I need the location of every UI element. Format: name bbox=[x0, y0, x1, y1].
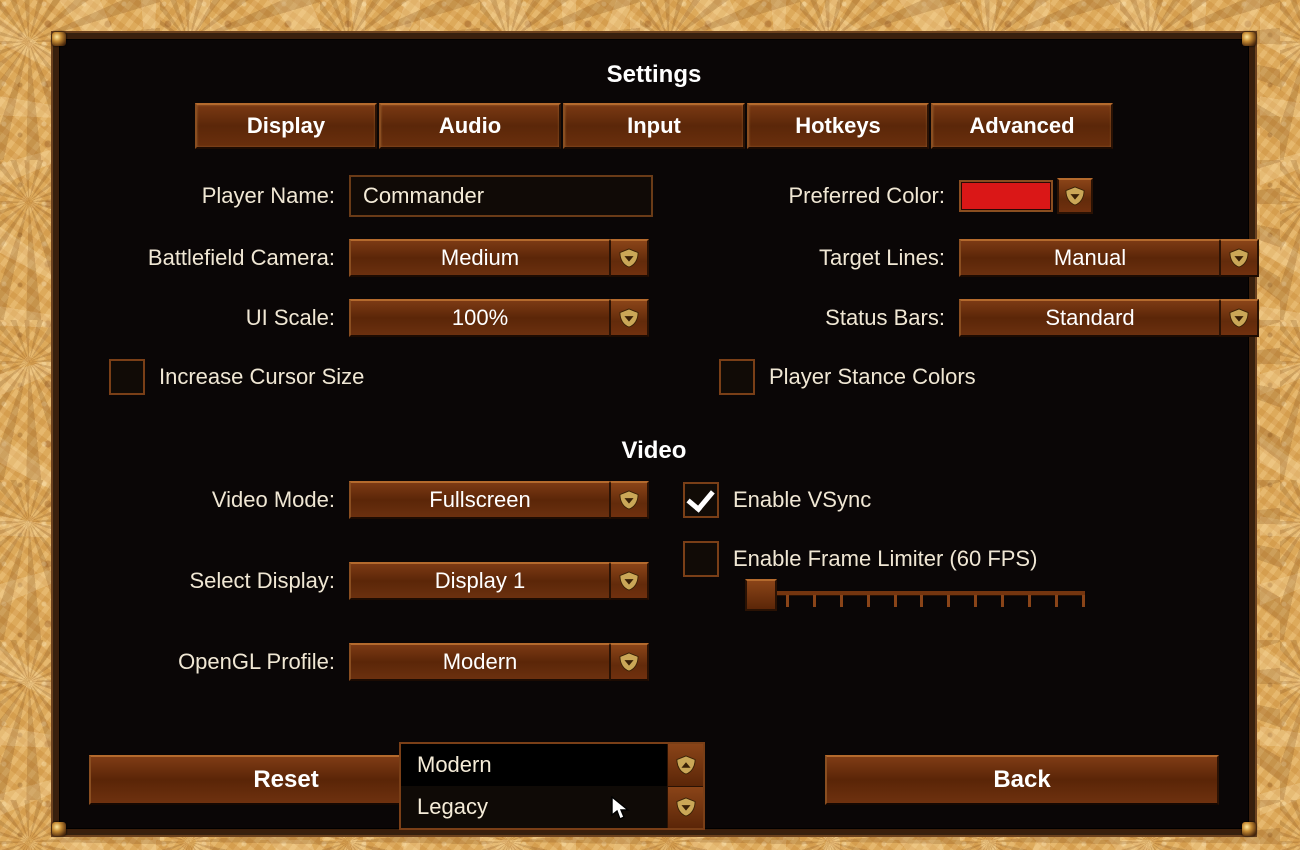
select-display-caret[interactable] bbox=[610, 562, 649, 600]
increase-cursor-checkbox[interactable] bbox=[109, 359, 145, 395]
battlefield-camera-caret[interactable] bbox=[610, 239, 649, 277]
frame-limiter-slider[interactable] bbox=[739, 581, 1089, 621]
video-settings-grid: Video Mode: Fullscreen Enable VSync Sele… bbox=[59, 481, 1249, 681]
increase-cursor-row: Increase Cursor Size bbox=[69, 359, 679, 395]
video-mode-label: Video Mode: bbox=[69, 487, 349, 513]
status-bars-value[interactable]: Standard bbox=[959, 299, 1220, 337]
opengl-caret[interactable] bbox=[610, 643, 649, 681]
ui-scale-caret[interactable] bbox=[610, 299, 649, 337]
shield-down-icon bbox=[618, 308, 640, 328]
shield-down-icon bbox=[675, 797, 697, 817]
display-settings-grid: Player Name: Commander Preferred Color: … bbox=[59, 175, 1249, 395]
shield-down-icon bbox=[1228, 248, 1250, 268]
shield-down-icon bbox=[618, 248, 640, 268]
frame-limiter-row: Enable Frame Limiter (60 FPS) bbox=[679, 541, 1289, 577]
battlefield-camera-label: Battlefield Camera: bbox=[69, 245, 349, 271]
player-name-input[interactable]: Commander bbox=[349, 175, 653, 217]
ui-scale-dropdown[interactable]: 100% bbox=[349, 299, 649, 337]
preferred-color-label: Preferred Color: bbox=[679, 183, 959, 209]
corner-rivet-icon bbox=[52, 822, 66, 836]
tab-hotkeys[interactable]: Hotkeys bbox=[747, 103, 929, 149]
scroll-up-button[interactable] bbox=[667, 744, 703, 786]
opengl-options-list: Modern Legacy bbox=[401, 744, 667, 828]
target-lines-caret[interactable] bbox=[1220, 239, 1259, 277]
video-title: Video bbox=[59, 395, 1249, 481]
settings-panel: Settings Display Audio Input Hotkeys Adv… bbox=[55, 35, 1253, 833]
preferred-color-caret[interactable] bbox=[1057, 178, 1093, 214]
frame-limiter-label: Enable Frame Limiter (60 FPS) bbox=[733, 546, 1037, 572]
increase-cursor-label: Increase Cursor Size bbox=[159, 364, 364, 390]
player-name-value: Commander bbox=[363, 183, 484, 209]
opengl-label: OpenGL Profile: bbox=[69, 649, 349, 675]
frame-limiter-checkbox[interactable] bbox=[683, 541, 719, 577]
settings-title: Settings bbox=[59, 39, 1249, 103]
vsync-row: Enable VSync bbox=[679, 482, 1289, 518]
shield-down-icon bbox=[1228, 308, 1250, 328]
shield-down-icon bbox=[1064, 186, 1086, 206]
opengl-value[interactable]: Modern bbox=[349, 643, 610, 681]
stance-colors-label: Player Stance Colors bbox=[769, 364, 976, 390]
stance-colors-row: Player Stance Colors bbox=[679, 359, 1289, 395]
ui-scale-label: UI Scale: bbox=[69, 305, 349, 331]
video-mode-caret[interactable] bbox=[610, 481, 649, 519]
corner-rivet-icon bbox=[1242, 822, 1256, 836]
tab-audio[interactable]: Audio bbox=[379, 103, 561, 149]
player-name-label: Player Name: bbox=[69, 183, 349, 209]
video-mode-dropdown[interactable]: Fullscreen bbox=[349, 481, 649, 519]
opengl-dropdown-popup: Modern Legacy bbox=[399, 742, 705, 830]
settings-tabs: Display Audio Input Hotkeys Advanced bbox=[59, 103, 1249, 175]
preferred-color-swatch[interactable] bbox=[959, 180, 1053, 212]
target-lines-label: Target Lines: bbox=[679, 245, 959, 271]
vsync-checkbox[interactable] bbox=[683, 482, 719, 518]
shield-down-icon bbox=[618, 652, 640, 672]
status-bars-caret[interactable] bbox=[1220, 299, 1259, 337]
shield-down-icon bbox=[618, 490, 640, 510]
tab-input[interactable]: Input bbox=[563, 103, 745, 149]
opengl-option-legacy[interactable]: Legacy bbox=[401, 786, 667, 828]
stance-colors-checkbox[interactable] bbox=[719, 359, 755, 395]
select-display-dropdown[interactable]: Display 1 bbox=[349, 562, 649, 600]
vsync-label: Enable VSync bbox=[733, 487, 871, 513]
ui-scale-value[interactable]: 100% bbox=[349, 299, 610, 337]
tab-display[interactable]: Display bbox=[195, 103, 377, 149]
battlefield-camera-dropdown[interactable]: Medium bbox=[349, 239, 649, 277]
shield-down-icon bbox=[618, 571, 640, 591]
target-lines-dropdown[interactable]: Manual bbox=[959, 239, 1259, 277]
select-display-value[interactable]: Display 1 bbox=[349, 562, 610, 600]
slider-knob[interactable] bbox=[745, 579, 777, 611]
cursor-icon bbox=[611, 796, 631, 822]
slider-ticks bbox=[759, 595, 1085, 607]
opengl-popup-scrollbar bbox=[667, 744, 703, 828]
back-button[interactable]: Back bbox=[825, 755, 1219, 805]
video-mode-value[interactable]: Fullscreen bbox=[349, 481, 610, 519]
tab-advanced[interactable]: Advanced bbox=[931, 103, 1113, 149]
select-display-label: Select Display: bbox=[69, 568, 349, 594]
opengl-dropdown[interactable]: Modern bbox=[349, 643, 649, 681]
target-lines-value[interactable]: Manual bbox=[959, 239, 1220, 277]
status-bars-dropdown[interactable]: Standard bbox=[959, 299, 1259, 337]
status-bars-label: Status Bars: bbox=[679, 305, 959, 331]
scroll-down-button[interactable] bbox=[667, 786, 703, 829]
opengl-option-modern[interactable]: Modern bbox=[401, 744, 667, 786]
shield-up-icon bbox=[675, 755, 697, 775]
opengl-option-legacy-label: Legacy bbox=[417, 794, 488, 820]
battlefield-camera-value[interactable]: Medium bbox=[349, 239, 610, 277]
